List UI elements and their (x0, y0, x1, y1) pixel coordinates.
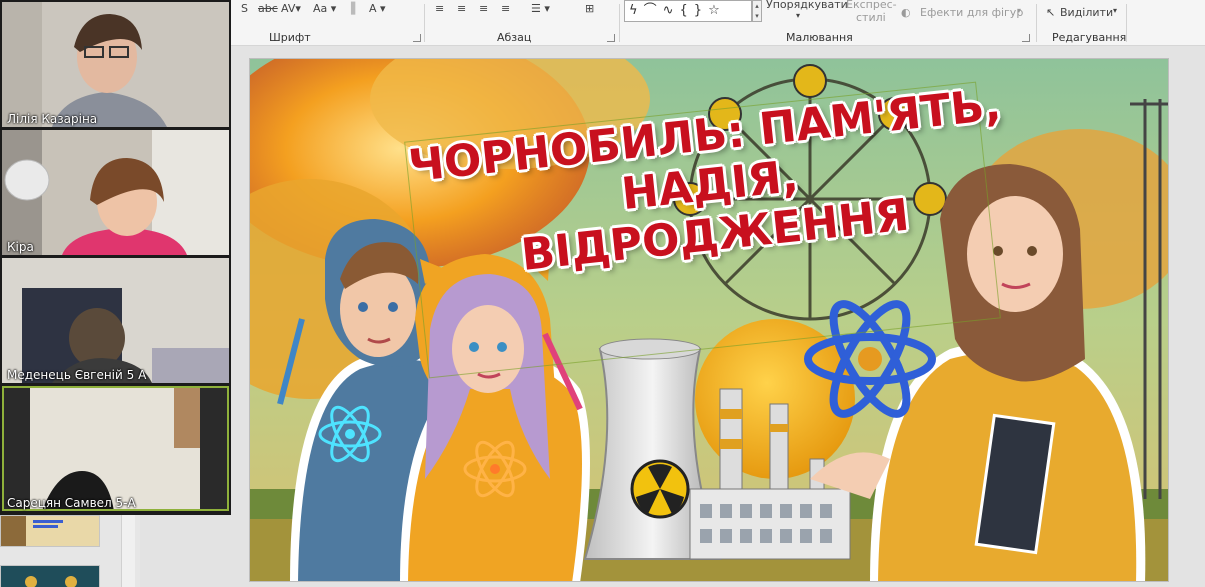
character-spacing-icon[interactable]: AV▾ (281, 2, 301, 15)
paragraph-dialog-launcher-icon[interactable] (607, 34, 615, 42)
participant-tile[interactable]: Лілія Казаріна (2, 2, 229, 127)
ribbon-group-editing: ↖ Виділити ▾ Редагування (1037, 0, 1127, 46)
freeform-icon[interactable]: ϟ (629, 3, 644, 18)
slide-thumbnail-strip (0, 515, 140, 587)
participant-video (2, 130, 229, 255)
ribbon-group-font-label: Шрифт (269, 31, 311, 44)
justify-icon[interactable]: ≡ (501, 2, 510, 15)
curve-icon[interactable]: ⌒ (644, 3, 663, 18)
participant-tile[interactable]: Меденець Євгеній 5 А (2, 258, 229, 383)
shape-effects-icon: ◐ (901, 6, 911, 19)
app-window: S abc AV▾ Aa ▾ ▌ A ▾ Шрифт ≡ ≡ ≡ ≡ ☰ ▾ ⊞… (0, 0, 1205, 587)
slide-thumbnail[interactable] (0, 515, 100, 547)
columns-icon[interactable]: ☰ ▾ (531, 2, 550, 15)
video-participants-panel: Лілія Казаріна Кіра Меденець Євгеній 5 А… (0, 0, 231, 515)
align-center-icon[interactable]: ≡ (457, 2, 466, 15)
arc-icon[interactable]: ∿ (663, 3, 680, 18)
slide-thumbnail-preview (1, 516, 99, 546)
shape-effects-dropdown-icon[interactable]: ▾ (1017, 6, 1021, 15)
font-dialog-launcher-icon[interactable] (413, 34, 421, 42)
ribbon-group-font: S abc AV▾ Aa ▾ ▌ A ▾ Шрифт (231, 0, 426, 46)
slide-thumbnail[interactable] (0, 565, 100, 587)
participant-name: Меденець Євгеній 5 А (7, 368, 147, 382)
arrange-dropdown-icon[interactable]: ▾ (796, 11, 800, 20)
align-left-icon[interactable]: ≡ (435, 2, 444, 15)
brace-left-icon[interactable]: { (680, 3, 694, 18)
participant-video (2, 2, 229, 127)
highlight-icon[interactable]: ▌ (351, 2, 359, 15)
participant-tile[interactable]: Кіра (2, 130, 229, 255)
arrange-button[interactable]: Упорядкувати (766, 0, 848, 11)
ribbon-group-editing-label: Редагування (1052, 31, 1127, 44)
shapes-gallery[interactable]: ϟ⌒∿{}☆ (624, 0, 752, 22)
font-color-icon[interactable]: A ▾ (369, 2, 386, 15)
shadow-icon[interactable]: S (241, 2, 248, 15)
quick-styles-button[interactable]: Експрес- (846, 0, 897, 11)
quick-styles-label-line2: стилі (856, 11, 886, 24)
participant-name: Кіра (7, 240, 34, 254)
thumbnail-scrollbar[interactable] (121, 515, 135, 587)
shapes-gallery-more-icon[interactable]: ▴ ▾ (752, 0, 762, 22)
slide-thumbnail-preview (1, 566, 99, 587)
participant-video (2, 386, 229, 511)
select-button[interactable]: Виділити (1060, 6, 1113, 19)
ribbon-group-drawing-label: Малювання (786, 31, 853, 44)
slide[interactable]: ЧОРНОБИЛЬ: ПАМ'ЯТЬ, НАДІЯ, ВІДРОДЖЕННЯ (249, 58, 1169, 582)
change-case-icon[interactable]: Aa ▾ (313, 2, 336, 15)
brace-right-icon[interactable]: } (694, 3, 708, 18)
strikethrough-icon[interactable]: abc (258, 2, 278, 15)
drawing-dialog-launcher-icon[interactable] (1022, 34, 1030, 42)
ribbon-group-paragraph: ≡ ≡ ≡ ≡ ☰ ▾ ⊞ Абзац (425, 0, 620, 46)
shape-effects-button[interactable]: Ефекти для фігур (920, 6, 1023, 19)
participant-video (2, 258, 229, 383)
select-dropdown-icon[interactable]: ▾ (1113, 6, 1117, 15)
star-icon[interactable]: ☆ (708, 3, 726, 18)
participant-name: Сарецян Самвел 5-А (7, 496, 136, 510)
align-right-icon[interactable]: ≡ (479, 2, 488, 15)
smartart-icon[interactable]: ⊞ (585, 2, 594, 15)
select-cursor-icon: ↖ (1046, 6, 1056, 19)
participant-tile[interactable]: Сарецян Самвел 5-А (2, 386, 229, 511)
ribbon-divider (1126, 4, 1127, 42)
participant-name: Лілія Казаріна (7, 112, 98, 126)
ribbon-group-paragraph-label: Абзац (497, 31, 532, 44)
